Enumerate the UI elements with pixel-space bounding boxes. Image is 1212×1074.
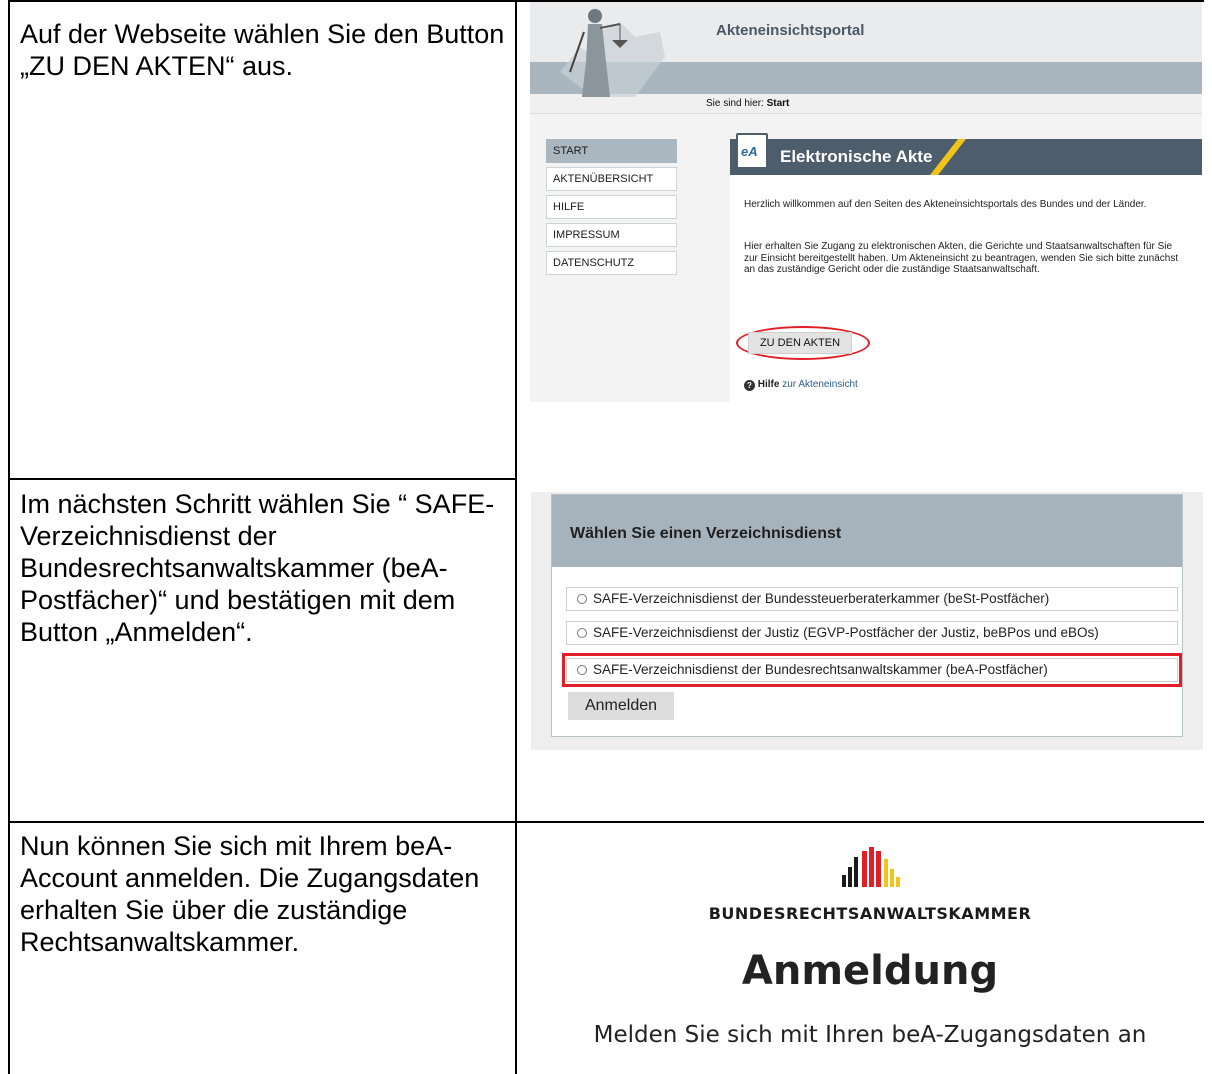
directory-header: Wählen Sie einen Verzeichnisdienst <box>552 495 1182 567</box>
electronic-file-icon: eA <box>736 133 768 169</box>
login-subtitle: Melden Sie sich mit Ihren beA-Zugangsdat… <box>593 1022 1147 1048</box>
brak-logo-icon <box>842 847 900 887</box>
table-border-left <box>8 0 10 1074</box>
panel-title: Elektronische Akte <box>780 147 933 166</box>
highlight-box <box>562 653 1182 687</box>
brak-org-name: BUNDESRECHTSANWALTSKAMMER <box>708 904 1032 923</box>
table-border-row2-right <box>515 821 1204 823</box>
radio-icon[interactable] <box>577 628 587 638</box>
menu-item-hilfe[interactable]: HILFE <box>546 195 677 219</box>
welcome-text: Herzlich willkommen auf den Seiten des A… <box>744 199 1147 210</box>
anmelden-button[interactable]: Anmelden <box>568 692 674 720</box>
table-border-middle <box>515 0 517 1074</box>
table-border-row1 <box>8 478 517 480</box>
help-link-text: zur Akteneinsicht <box>779 379 858 390</box>
step-1-description: Auf der Webseite wählen Sie den Button „… <box>20 19 505 81</box>
directory-screenshot: Wählen Sie einen Verzeichnisdienst SAFE-… <box>531 492 1203 750</box>
menu-item-aktenuebersicht[interactable]: AKTENÜBERSICHT <box>546 167 677 191</box>
menu-item-start[interactable]: START <box>546 139 677 163</box>
menu-item-datenschutz[interactable]: DATENSCHUTZ <box>546 251 677 275</box>
content-panel: eA Elektronische Akte Herzlich willkomme… <box>730 133 1202 402</box>
help-icon: ? <box>744 380 755 391</box>
step-2-description: Im nächsten Schritt wählen Sie “ SAFE-Ve… <box>20 489 495 647</box>
step-3-description: Nun können Sie sich mit Ihrem beA-Accoun… <box>20 831 480 957</box>
portal-sidebar-menu: START AKTENÜBERSICHT HILFE IMPRESSUM DAT… <box>546 139 677 279</box>
directory-title: Wählen Sie einen Verzeichnisdienst <box>570 525 842 542</box>
info-text: Hier erhalten Sie Zugang zu elektronisch… <box>744 241 1179 275</box>
table-border-row2 <box>8 821 517 823</box>
directory-option-label: SAFE-Verzeichnisdienst der Bundessteuerb… <box>593 591 1050 606</box>
breadcrumb-label: Sie sind hier: <box>706 98 764 109</box>
directory-card: Wählen Sie einen Verzeichnisdienst SAFE-… <box>551 494 1183 737</box>
help-link-strong: Hilfe <box>757 379 780 390</box>
portal-title: Akteneinsichtsportal <box>716 22 865 39</box>
justitia-logo-icon <box>560 9 665 97</box>
directory-option-label: SAFE-Verzeichnisdienst der Justiz (EGVP-… <box>593 625 1099 640</box>
directory-option-best[interactable]: SAFE-Verzeichnisdienst der Bundessteuerb… <box>566 587 1178 611</box>
breadcrumb-current[interactable]: Start <box>767 98 790 109</box>
breadcrumb: Sie sind hier: Start <box>706 98 789 109</box>
directory-option-justiz[interactable]: SAFE-Verzeichnisdienst der Justiz (EGVP-… <box>566 621 1178 645</box>
radio-icon[interactable] <box>577 594 587 604</box>
menu-item-impressum[interactable]: IMPRESSUM <box>546 223 677 247</box>
electronic-file-icon-label: eA <box>741 144 758 159</box>
portal-screenshot: Akteneinsichtsportal Sie sind hier: Star… <box>530 2 1202 402</box>
zu-den-akten-button[interactable]: ZU DEN AKTEN <box>748 332 852 354</box>
login-title: Anmeldung <box>741 948 999 994</box>
help-link[interactable]: ? Hilfe zur Akteneinsicht <box>744 379 858 391</box>
